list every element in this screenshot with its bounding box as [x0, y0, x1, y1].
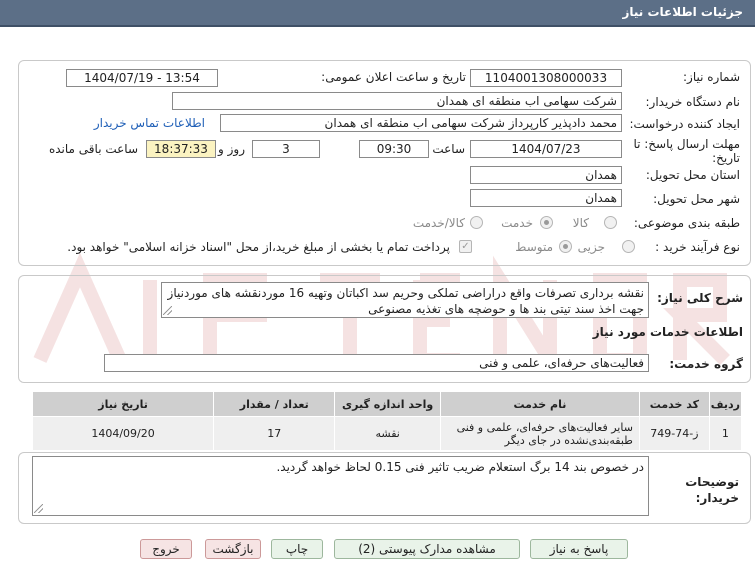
treasury-checkbox[interactable]: ✓ — [459, 240, 472, 253]
payment-note: پرداخت تمام یا بخشی از مبلغ خرید،از محل … — [67, 240, 450, 254]
days-field[interactable]: 3 — [252, 140, 320, 158]
category-radio-service[interactable] — [540, 216, 553, 229]
need-number-label: شماره نیاز: — [683, 70, 740, 84]
buyer-org-field[interactable]: شرکت سهامی اب منطقه ای همدان — [172, 92, 622, 110]
category-label: طبقه بندی موضوعی: — [633, 216, 740, 230]
exit-button[interactable]: خروج — [140, 539, 192, 559]
need-number-field[interactable]: 1104001308000033 — [470, 69, 622, 87]
notes-text[interactable]: در خصوص بند 14 برگ استعلام ضریب تاثیر فن… — [32, 456, 649, 516]
process-label: نوع فرآیند خرید : — [655, 240, 740, 254]
creator-field[interactable]: محمد دادپذیر کارپرداز شرکت سهامی اب منطق… — [220, 114, 622, 132]
category-option-service: خدمت — [501, 216, 533, 230]
col-service-name: نام خدمت — [439, 391, 640, 417]
cell-service-name: سایر فعالیت‌های حرفه‌ای، علمی و فنی طبقه… — [439, 416, 640, 451]
services-table: ردیف کد خدمت نام خدمت واحد اندازه گیری ت… — [31, 391, 743, 451]
notes-label: توضیحات خریدار: — [685, 475, 739, 505]
process-radio-minor[interactable] — [622, 240, 635, 253]
resize-handle[interactable] — [163, 306, 172, 315]
col-quantity: تعداد / مقدار — [213, 391, 336, 417]
page-title: جزئیات اطلاعات نیاز — [622, 5, 743, 19]
process-option-medium: متوسط — [515, 240, 553, 254]
cell-unit: نقشه — [334, 416, 441, 451]
announce-label: تاریخ و ساعت اعلان عمومی: — [321, 70, 466, 84]
table-row: 1 ز-74-749 سایر فعالیت‌های حرفه‌ای، علمی… — [31, 416, 743, 451]
reply-button[interactable]: پاسخ به نیاز — [530, 539, 628, 559]
buyer-contact-link[interactable]: اطلاعات تماس خریدار — [94, 116, 205, 130]
deadline-label: مهلت ارسال پاسخ: تا تاریخ: — [633, 137, 740, 165]
service-group-field[interactable]: فعالیت‌های حرفه‌ای، علمی و فنی — [104, 354, 649, 372]
deadline-time-field[interactable]: 09:30 — [359, 140, 429, 158]
description-label: شرح کلی نیاز: — [657, 291, 743, 305]
province-label: استان محل تحویل: — [645, 168, 740, 182]
remaining-time-field: 18:37:33 — [146, 140, 216, 158]
col-service-code: کد خدمت — [638, 391, 710, 417]
title-bar: جزئیات اطلاعات نیاز — [0, 0, 755, 27]
category-radio-goods[interactable] — [604, 216, 617, 229]
days-and-label: روز و — [218, 142, 245, 156]
creator-label: ایجاد کننده درخواست: — [629, 117, 740, 131]
category-radio-goods-service[interactable] — [470, 216, 483, 229]
print-button[interactable]: چاپ — [271, 539, 323, 559]
time-label: ساعت — [432, 142, 465, 156]
cell-need-date: 1404/09/20 — [31, 416, 215, 451]
back-button[interactable]: بازگشت — [205, 539, 261, 559]
services-heading: اطلاعات خدمات مورد نیاز — [592, 325, 743, 339]
view-attachments-button[interactable]: مشاهده مدارک پیوستی (2) — [334, 539, 520, 559]
cell-row-number: 1 — [708, 416, 743, 451]
process-radio-medium[interactable] — [559, 240, 572, 253]
announce-field[interactable]: 1404/07/19 - 13:54 — [66, 69, 218, 87]
remaining-label: ساعت باقی مانده — [48, 142, 138, 156]
col-row-number: ردیف — [708, 391, 743, 417]
cell-quantity: 17 — [213, 416, 336, 451]
notes-resize-handle[interactable] — [34, 504, 43, 513]
city-label: شهر محل تحویل: — [653, 192, 740, 206]
cell-service-code: ز-74-749 — [638, 416, 710, 451]
deadline-date-field[interactable]: 1404/07/23 — [470, 140, 622, 158]
category-option-goods-service: کالا/خدمت — [412, 216, 465, 230]
category-option-goods: کالا — [572, 216, 589, 230]
city-field[interactable]: همدان — [470, 189, 622, 207]
service-group-label: گروه خدمت: — [669, 357, 743, 371]
buyer-org-label: نام دستگاه خریدار: — [645, 95, 741, 109]
process-option-minor: جزیی — [577, 240, 605, 254]
col-unit: واحد اندازه گیری — [334, 391, 441, 417]
province-field[interactable]: همدان — [470, 166, 622, 184]
description-text[interactable]: نقشه برداری تصرفات واقع دراراضی تملکی وح… — [161, 282, 649, 318]
col-need-date: تاریخ نیاز — [31, 391, 215, 417]
table-header-row: ردیف کد خدمت نام خدمت واحد اندازه گیری ت… — [31, 391, 743, 417]
